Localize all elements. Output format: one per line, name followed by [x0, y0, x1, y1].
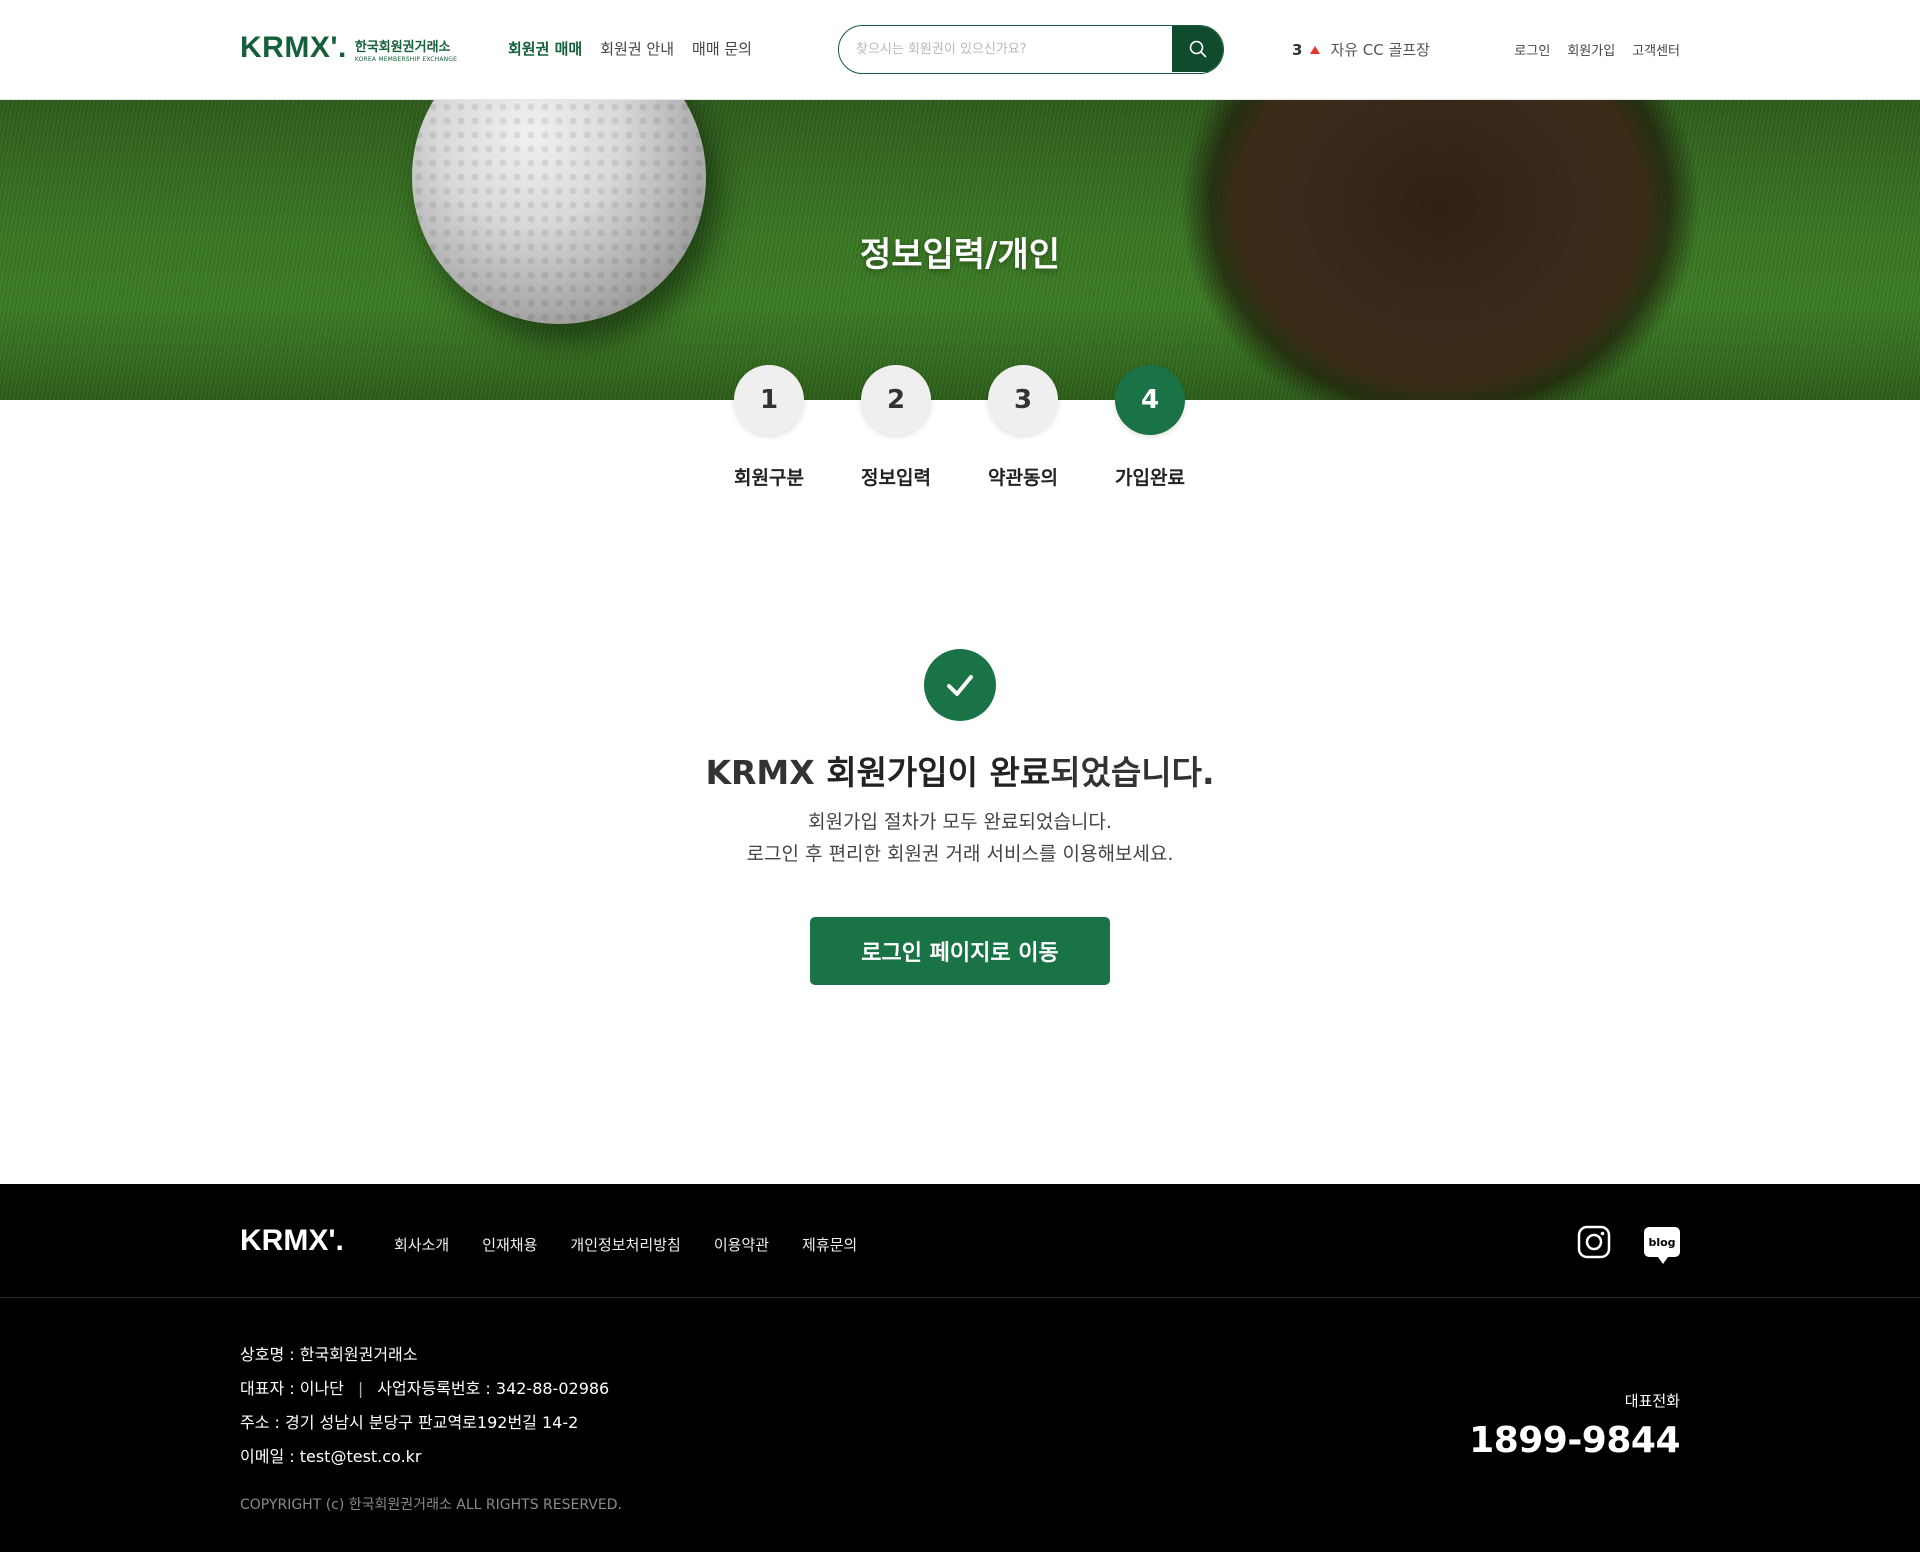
blog-icon-label: blog [1644, 1227, 1680, 1264]
nav-item-membership-trade[interactable]: 회원권 매매 [508, 38, 582, 59]
site-footer: KRMX'. 회사소개 인재채용 개인정보처리방침 이용약관 제휴문의 blog… [0, 1184, 1920, 1552]
utility-nav: 로그인 회원가입 고객센터 [1514, 40, 1680, 59]
footer-link-privacy[interactable]: 개인정보처리방침 [570, 1234, 680, 1255]
customer-center-link[interactable]: 고객센터 [1632, 40, 1680, 59]
footer-logo[interactable]: KRMX'. [240, 1226, 344, 1256]
footer-link-partnership[interactable]: 제휴문의 [802, 1234, 857, 1255]
business-number: 사업자등록번호 : 342-88-02986 [377, 1379, 610, 1398]
logo-text: 한국회원권거래소 KOREA MEMBERSHIP EXCHANGE [355, 41, 457, 63]
blog-icon[interactable]: blog [1644, 1224, 1680, 1264]
step-label: 정보입력 [861, 467, 931, 489]
complete-desc-line-1: 회원가입 절차가 모두 완료되었습니다. [808, 811, 1112, 833]
checkmark-icon [947, 675, 973, 696]
step-4-current: 4 가입완료 [1105, 365, 1195, 490]
site-header: KRMX'. 한국회원권거래소 KOREA MEMBERSHIP EXCHANG… [0, 0, 1920, 100]
complete-desc-line-2: 로그인 후 편리한 회원권 거래 서비스를 이용해보세요. [746, 843, 1174, 865]
rank-up-arrow-icon [1310, 45, 1321, 54]
company-email: 이메일 : test@test.co.kr [240, 1447, 422, 1466]
ceo-and-business-number: 대표자 : 이나단 | 사업자등록번호 : 342-88-02986 [240, 1372, 609, 1406]
footer-link-terms[interactable]: 이용약관 [714, 1234, 769, 1255]
step-number: 3 [988, 365, 1058, 435]
step-1: 1 회원구분 [724, 365, 814, 490]
complete-title-prefix: KRMX [705, 753, 827, 792]
footer-link-careers[interactable]: 인재채용 [482, 1234, 537, 1255]
step-number: 2 [861, 365, 931, 435]
step-3: 3 약관동의 [978, 365, 1068, 490]
footer-top-bar: KRMX'. 회사소개 인재채용 개인정보처리방침 이용약관 제휴문의 blog [0, 1184, 1920, 1298]
search-box [838, 25, 1224, 74]
step-label: 회원구분 [734, 467, 804, 489]
complete-message: KRMX 회원가입이 완료되었습니다. [0, 746, 1920, 794]
complete-title-suffix: 되었습니다. [1050, 753, 1215, 792]
check-circle-icon [924, 649, 996, 721]
page-title: 정보입력/개인 [859, 235, 1061, 275]
logo-english-name: KOREA MEMBERSHIP EXCHANGE [354, 56, 458, 63]
company-address: 주소 : 경기 성남시 분당구 판교역로192번길 14-2 [240, 1413, 579, 1432]
complete-description: 회원가입 절차가 모두 완료되었습니다. 로그인 후 편리한 회원권 거래 서비… [0, 806, 1920, 870]
hero-banner: 정보입력/개인 [0, 100, 1920, 400]
phone-number[interactable]: 1899-9844 [1469, 1420, 1680, 1461]
site-logo[interactable]: KRMX'. 한국회원권거래소 KOREA MEMBERSHIP EXCHANG… [240, 33, 457, 63]
rank-text: 자유 CC 골프장 [1330, 41, 1430, 59]
company-name: 상호명 : 한국회원권거래소 [240, 1345, 418, 1364]
step-number: 1 [734, 365, 804, 435]
signup-steps: 1 회원구분 2 정보입력 3 약관동의 4 가입완료 [0, 365, 1920, 495]
footer-link-company[interactable]: 회사소개 [394, 1234, 449, 1255]
signup-link[interactable]: 회원가입 [1567, 40, 1615, 59]
footer-nav: 회사소개 인재채용 개인정보처리방침 이용약관 제휴문의 [394, 1234, 857, 1255]
copyright: COPYRIGHT (c) 한국회원권거래소 ALL RIGHTS RESERV… [240, 1497, 622, 1513]
search-icon [1189, 40, 1206, 58]
complete-title-emphasis: 회원가입이 완료 [826, 753, 1051, 792]
phone-label: 대표전화 [1624, 1392, 1680, 1410]
ceo-name: 대표자 : 이나단 [240, 1379, 344, 1398]
login-link[interactable]: 로그인 [1514, 40, 1550, 59]
company-info: 상호명 : 한국회원권거래소 대표자 : 이나단 | 사업자등록번호 : 342-8… [240, 1338, 609, 1474]
step-label: 약관동의 [988, 467, 1058, 489]
search-input[interactable] [839, 26, 1173, 72]
go-to-login-button[interactable]: 로그인 페이지로 이동 [810, 917, 1110, 985]
logo-mark: KRMX'. [240, 31, 347, 64]
step-label: 가입완료 [1115, 467, 1185, 489]
nav-item-membership-guide[interactable]: 회원권 안내 [600, 38, 674, 59]
search-button[interactable] [1172, 26, 1223, 72]
rank-number: 3 [1292, 40, 1303, 59]
divider: | [357, 1379, 364, 1398]
sns-links: blog [1576, 1224, 1680, 1264]
golf-ball-image [412, 100, 706, 324]
step-number: 4 [1115, 365, 1185, 435]
step-2: 2 정보입력 [851, 365, 941, 490]
main-nav: 회원권 매매 회원권 안내 매매 문의 [508, 38, 752, 59]
logo-korean-name: 한국회원권거래소 [354, 40, 451, 55]
realtime-rank[interactable]: 3 자유 CC 골프장 [1292, 39, 1430, 60]
instagram-icon[interactable] [1576, 1224, 1612, 1260]
nav-item-trade-inquiry[interactable]: 매매 문의 [692, 38, 752, 59]
